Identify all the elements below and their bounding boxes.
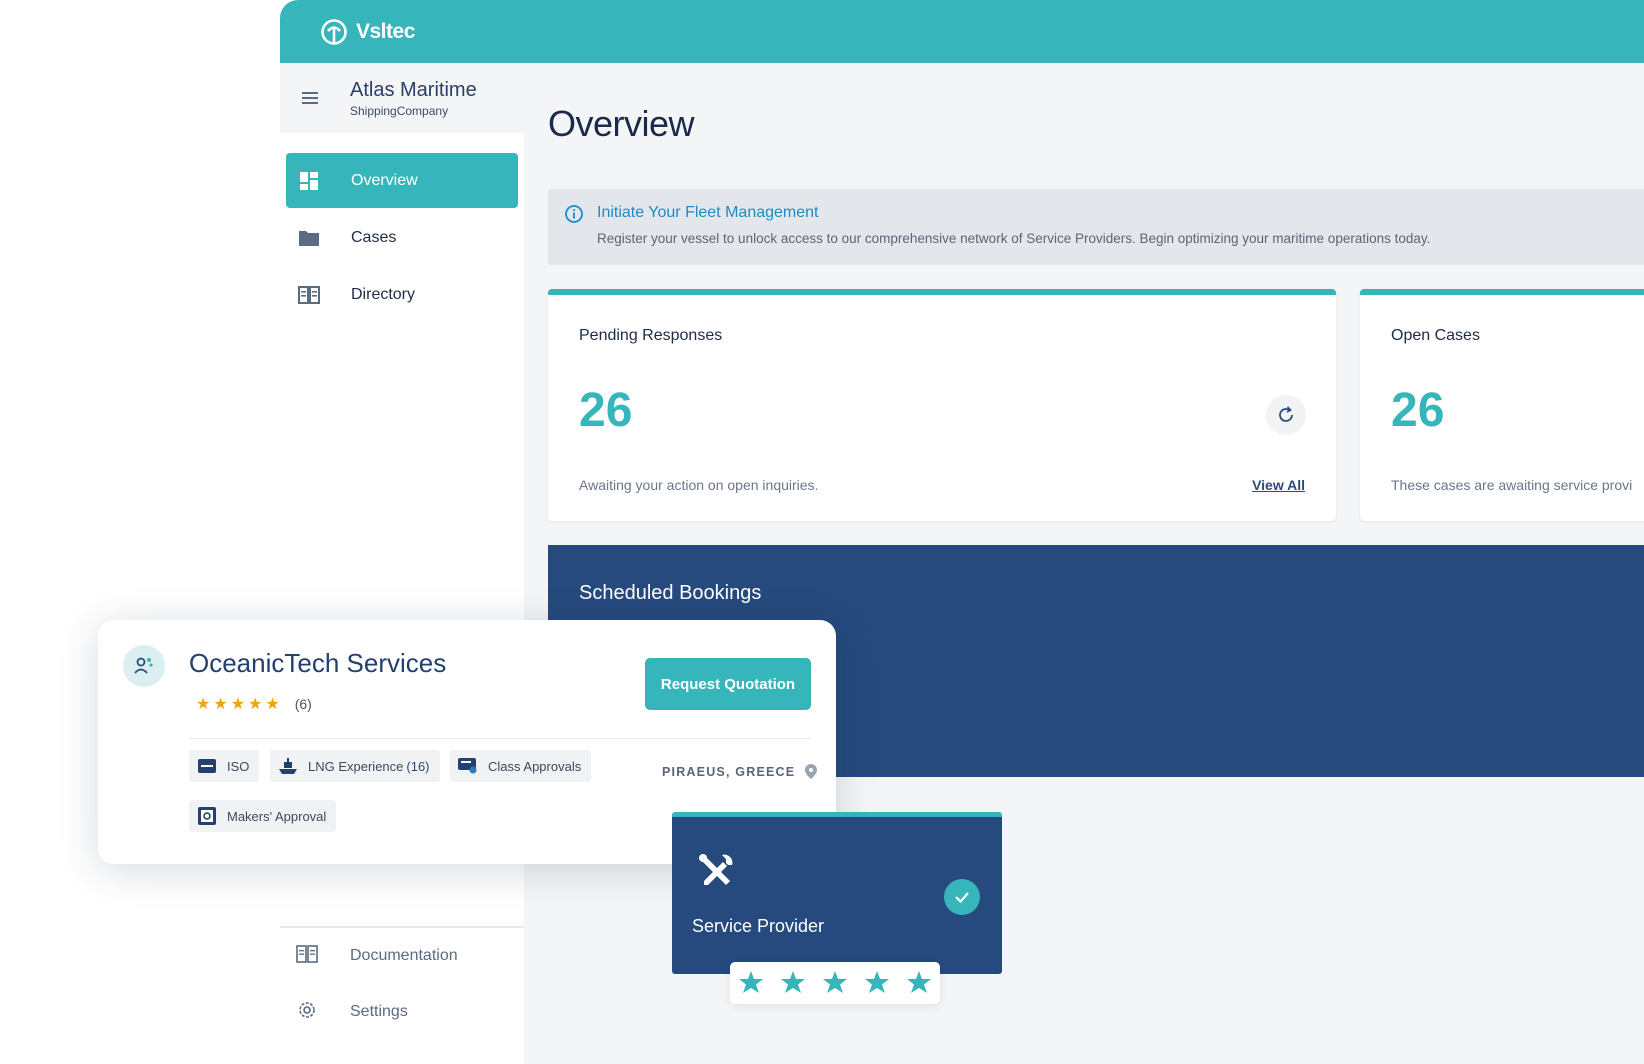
sidebar: Atlas Maritime ShippingCompany Overview	[280, 63, 524, 1064]
tag-makers-approval: Makers' Approval	[189, 800, 337, 832]
tag-label: Class Approvals	[488, 758, 582, 774]
stat-value: 26	[579, 384, 633, 437]
star-icon	[739, 971, 763, 993]
badge-label: Service Provider	[692, 916, 825, 936]
page-title: Overview	[548, 103, 695, 144]
brand-logo-icon	[321, 18, 347, 45]
refresh-button[interactable]	[1266, 395, 1306, 435]
stat-title: Pending Responses	[579, 327, 723, 344]
sidebar-item-overview[interactable]: Overview	[286, 153, 518, 208]
star-icon: ★	[230, 696, 246, 713]
info-icon	[565, 205, 583, 223]
approval-icon	[458, 757, 478, 775]
menu-icon[interactable]	[300, 88, 320, 108]
dashboard-icon	[298, 170, 320, 192]
org-header: Atlas Maritime ShippingCompany	[280, 63, 524, 133]
stat-value: 26	[1391, 384, 1445, 437]
provider-avatar	[123, 645, 165, 687]
tag-lng-experience: LNG Experience (16)	[270, 750, 440, 782]
stat-description: These cases are awaiting service provi	[1391, 477, 1633, 493]
banner-text: Register your vessel to unlock access to…	[597, 231, 1431, 246]
star-icon: ★	[265, 696, 280, 713]
refresh-icon	[1279, 406, 1293, 422]
gear-icon	[296, 999, 318, 1026]
brand-name: Vsltec	[356, 19, 415, 43]
divider	[189, 738, 811, 739]
view-all-link[interactable]: View All	[1252, 477, 1305, 493]
star-icon	[823, 971, 847, 993]
sidebar-item-directory[interactable]: Directory	[286, 267, 518, 322]
team-icon	[134, 657, 153, 674]
tag-iso: ISO	[189, 750, 260, 782]
stat-title: Open Cases	[1391, 327, 1480, 344]
banner-title: Initiate Your Fleet Management	[597, 204, 819, 221]
stat-description: Awaiting your action on open inquiries.	[579, 477, 819, 493]
org-type: ShippingCompany	[350, 104, 449, 118]
provider-location: PIRAEUS, GREECE	[662, 764, 818, 779]
book-icon	[298, 284, 320, 306]
tag-count: (16)	[406, 758, 430, 774]
folder-icon	[298, 227, 320, 249]
sidebar-item-settings[interactable]: Settings	[280, 984, 524, 1040]
sidebar-item-label: Cases	[351, 228, 397, 246]
star-icon	[907, 971, 931, 993]
certificate-icon	[197, 757, 217, 775]
top-bar: Vsltec	[280, 0, 1644, 63]
service-provider-badge: Service Provider	[672, 812, 1002, 974]
tools-icon	[699, 854, 733, 885]
check-icon	[944, 879, 980, 915]
sidebar-nav: Overview Cases Directory	[286, 153, 518, 324]
location-text: PIRAEUS, GREECE	[662, 764, 796, 779]
location-pin-icon	[805, 764, 818, 779]
badge-icon	[197, 807, 217, 825]
tag-label: Makers' Approval	[227, 808, 327, 824]
provider-rating: ★ ★ ★ ★ ★ (6)	[196, 694, 312, 714]
star-icon: ★	[213, 696, 228, 713]
star-icon	[781, 971, 805, 993]
bookings-title: Scheduled Bookings	[579, 582, 762, 604]
sidebar-item-documentation[interactable]: Documentation	[280, 928, 524, 984]
badge-stars	[730, 962, 940, 1004]
review-count: (6)	[294, 696, 312, 712]
star-icon	[865, 971, 889, 993]
info-banner: Initiate Your Fleet Management Register …	[548, 189, 1644, 265]
provider-name: OceanicTech Services	[189, 648, 447, 678]
sidebar-item-label: Directory	[351, 285, 416, 303]
tag-label: ISO	[227, 758, 250, 774]
sidebar-item-label: Settings	[350, 1003, 408, 1020]
app-stage: Vsltec Atlas Maritime ShippingCompany Ov…	[0, 0, 1644, 1064]
sidebar-item-cases[interactable]: Cases	[286, 210, 518, 265]
sidebar-item-label: Overview	[351, 171, 418, 189]
pending-responses-card: Pending Responses 26 Awaiting your actio…	[548, 289, 1336, 521]
org-name: Atlas Maritime	[350, 79, 477, 101]
document-icon	[296, 944, 318, 969]
star-icon: ★	[196, 696, 211, 713]
star-icon: ★	[248, 696, 263, 713]
tag-label: LNG Experience	[308, 758, 404, 774]
tag-class-approvals: Class Approvals	[450, 750, 592, 782]
open-cases-card: Open Cases 26 These cases are awaiting s…	[1360, 289, 1644, 521]
sidebar-bottom: Documentation Settings	[280, 926, 524, 1040]
request-quotation-button[interactable]: Request Quotation	[645, 658, 811, 710]
ship-icon	[278, 757, 298, 775]
sidebar-item-label: Documentation	[350, 947, 458, 964]
